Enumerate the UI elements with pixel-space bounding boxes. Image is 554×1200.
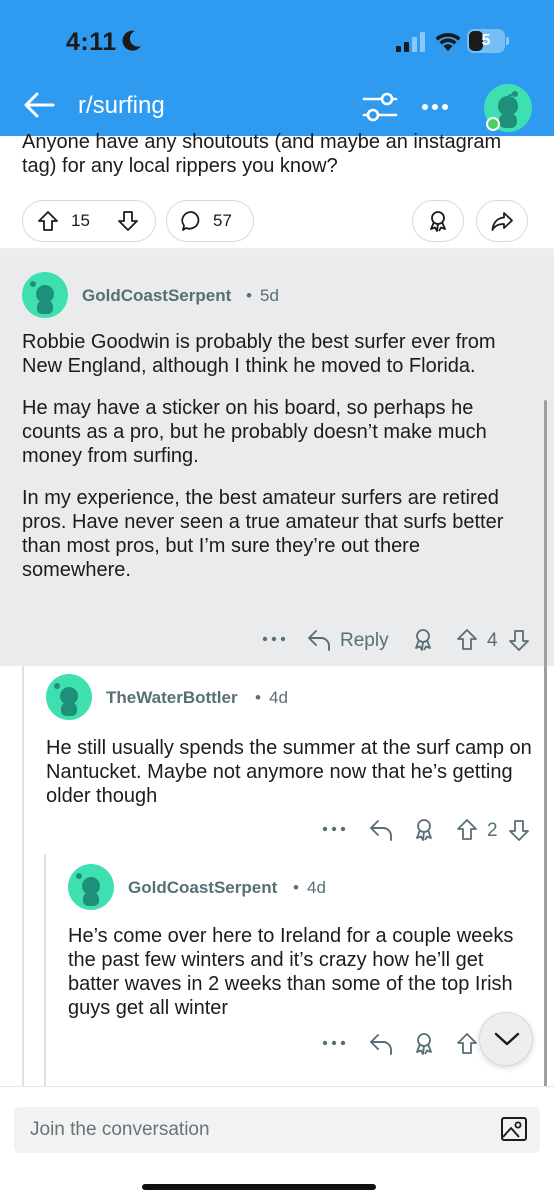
meta-dot: • <box>293 878 299 897</box>
comment-age: 4d <box>269 688 288 707</box>
post-action-bar: 15 57 <box>0 196 554 248</box>
post-body: Anyone have any shoutouts (and maybe an … <box>22 131 502 177</box>
comment-paragraph: Robbie Goodwin is probably the best surf… <box>22 331 496 377</box>
status-bar: 4:11 5 <box>0 0 554 80</box>
image-icon[interactable] <box>500 1115 528 1143</box>
upvote-icon[interactable] <box>456 818 478 842</box>
jump-to-next-button[interactable] <box>479 1012 533 1066</box>
comment-body: He still usually spends the summer at th… <box>46 737 532 807</box>
meta-dot: • <box>255 688 261 707</box>
upvote-icon[interactable] <box>456 628 478 652</box>
user-avatar[interactable] <box>484 84 532 132</box>
comment-actions <box>0 1028 554 1064</box>
award-icon <box>430 211 446 232</box>
reply-arrow-icon[interactable] <box>306 628 332 652</box>
home-indicator[interactable] <box>142 1184 376 1190</box>
comment-body: He’s come over here to Ireland for a cou… <box>68 925 514 1019</box>
comment-age: 5d <box>260 286 279 305</box>
comment-bubble-icon <box>181 211 200 231</box>
scrollbar[interactable] <box>544 400 547 1090</box>
reply-button[interactable]: Reply <box>340 630 389 652</box>
app-header: 4:11 5 r/surfing <box>0 0 554 136</box>
comment-actions: 2 <box>0 814 554 850</box>
award-icon[interactable] <box>413 818 435 842</box>
comments-pill[interactable]: 57 <box>166 200 254 242</box>
status-time: 4:11 <box>66 28 117 56</box>
comment-card: GoldCoastSerpent • 5d Robbie Goodwin is … <box>0 256 554 666</box>
nav-bar: r/surfing <box>0 80 554 136</box>
comment-author[interactable]: TheWaterBottler <box>106 688 238 708</box>
moon-icon <box>122 30 141 51</box>
more-dots-icon[interactable] <box>322 1038 346 1048</box>
downvote-icon[interactable] <box>117 210 139 232</box>
reply-arrow-icon[interactable] <box>368 1032 394 1056</box>
comment-score: 4 <box>487 630 498 651</box>
more-options-icon[interactable] <box>418 92 452 122</box>
filter-icon[interactable] <box>360 90 400 124</box>
comment-age: 4d <box>307 878 326 897</box>
commenter-avatar[interactable] <box>68 864 114 910</box>
award-icon[interactable] <box>412 628 434 652</box>
comment-score: 2 <box>487 820 498 841</box>
post-score: 15 <box>71 211 90 230</box>
chevron-down-icon <box>494 1032 520 1046</box>
comment-author[interactable]: GoldCoastSerpent <box>82 286 231 306</box>
section-divider <box>0 248 554 256</box>
battery-level: 5 <box>481 32 491 49</box>
share-button[interactable] <box>476 200 528 242</box>
battery-indicator: 5 <box>467 29 509 53</box>
meta-dot: • <box>246 286 252 305</box>
cellular-signal-icon <box>396 32 425 52</box>
wifi-icon <box>435 32 461 51</box>
upvote-icon[interactable] <box>456 1032 478 1056</box>
back-arrow-icon[interactable] <box>22 88 56 122</box>
thread-line <box>22 666 24 1086</box>
vote-pill: 15 <box>22 200 156 242</box>
downvote-icon[interactable] <box>508 818 530 842</box>
more-dots-icon[interactable] <box>262 634 286 644</box>
share-icon <box>491 212 513 231</box>
commenter-avatar[interactable] <box>46 674 92 720</box>
subreddit-title[interactable]: r/surfing <box>78 92 165 120</box>
comment-input-placeholder: Join the conversation <box>30 1119 210 1140</box>
comment-body: Robbie Goodwin is probably the best surf… <box>22 330 532 600</box>
comment-actions: Reply 4 <box>0 624 554 660</box>
downvote-icon[interactable] <box>508 628 530 652</box>
commenter-avatar[interactable] <box>22 272 68 318</box>
comment-paragraph: He may have a sticker on his board, so p… <box>22 397 487 467</box>
comment-paragraph: In my experience, the best amateur surfe… <box>22 487 504 581</box>
award-button[interactable] <box>412 200 464 242</box>
more-dots-icon[interactable] <box>322 824 346 834</box>
upvote-icon[interactable] <box>37 210 59 232</box>
comment-author[interactable]: GoldCoastSerpent <box>128 878 277 898</box>
award-icon[interactable] <box>413 1032 435 1056</box>
reply-arrow-icon[interactable] <box>368 818 394 842</box>
comment-count: 57 <box>213 211 232 230</box>
compose-bar: Join the conversation <box>0 1086 554 1200</box>
comment-input[interactable]: Join the conversation <box>14 1107 540 1153</box>
